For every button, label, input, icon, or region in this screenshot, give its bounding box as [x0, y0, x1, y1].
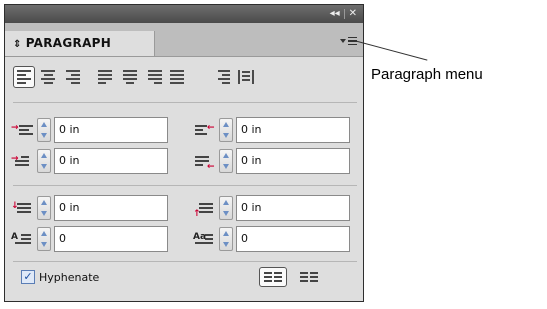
divider-top	[13, 102, 357, 103]
controls-divider	[343, 9, 345, 19]
left-indent-spinner[interactable]	[37, 118, 51, 142]
space-before-spinner[interactable]	[37, 196, 51, 220]
left-indent-icon: →	[11, 121, 33, 139]
right-indent-icon: ←	[195, 121, 215, 139]
paragraph-panel: ◂◂ ✕ ⇕ PARAGRAPH → 0 in ← 0 in → 0 in ← …	[4, 4, 364, 302]
drop-cap-lines-icon: A	[11, 230, 33, 248]
tab-expand-arrows-icon[interactable]: ⇕	[13, 39, 22, 50]
align-right-button[interactable]	[61, 66, 83, 88]
justify-right-button[interactable]	[143, 66, 165, 88]
justify-left-button[interactable]	[95, 66, 117, 88]
justify-center-button[interactable]	[119, 66, 141, 88]
space-after-spinner[interactable]	[219, 196, 233, 220]
right-indent-spinner[interactable]	[219, 118, 233, 142]
hyphenate-option[interactable]: ✓ Hyphenate	[21, 270, 99, 284]
first-line-indent-spinner[interactable]	[37, 149, 51, 173]
justify-all-button[interactable]	[167, 66, 189, 88]
hyphenate-checkbox[interactable]: ✓	[21, 270, 35, 284]
last-line-indent-input[interactable]: 0 in	[236, 148, 350, 174]
divider-bottom	[13, 261, 357, 262]
tab-paragraph[interactable]: ⇕ PARAGRAPH	[5, 31, 155, 56]
align-center-button[interactable]	[37, 66, 59, 88]
close-icon[interactable]: ✕	[349, 7, 357, 21]
last-line-indent-icon: ←	[195, 152, 215, 172]
tab-title: PARAGRAPH	[25, 36, 112, 50]
last-line-indent-spinner[interactable]	[219, 149, 233, 173]
align-towards-spine-button[interactable]	[211, 66, 233, 88]
hyphenate-label: Hyphenate	[39, 270, 100, 284]
drop-cap-lines-input[interactable]: 0	[54, 226, 168, 252]
align-away-from-spine-button[interactable]	[235, 66, 257, 88]
space-after-input[interactable]: 0 in	[236, 195, 350, 221]
right-indent-input[interactable]: 0 in	[236, 117, 350, 143]
alignment-row	[13, 64, 357, 94]
menu-arrow-icon	[339, 39, 346, 43]
drop-cap-chars-icon: Aa	[193, 230, 215, 248]
align-left-button[interactable]	[13, 66, 35, 88]
align-to-baseline-grid-button[interactable]	[295, 267, 323, 287]
callout-paragraph-menu-label: Paragraph menu	[371, 66, 483, 83]
drop-cap-chars-spinner[interactable]	[219, 227, 233, 251]
left-indent-input[interactable]: 0 in	[54, 117, 168, 143]
panel-tab-row: ⇕ PARAGRAPH	[5, 23, 363, 57]
collapse-icon[interactable]: ◂◂	[330, 7, 340, 21]
first-line-indent-icon: →	[11, 152, 33, 170]
panel-controls: ◂◂ ✕	[330, 7, 357, 21]
do-not-align-to-grid-button[interactable]	[259, 267, 287, 287]
callout-leader-line	[353, 40, 428, 61]
drop-cap-lines-spinner[interactable]	[37, 227, 51, 251]
panel-titlebar: ◂◂ ✕	[5, 5, 363, 23]
first-line-indent-input[interactable]: 0 in	[54, 148, 168, 174]
drop-cap-chars-input[interactable]: 0	[236, 226, 350, 252]
space-after-icon: ↑	[193, 199, 215, 219]
space-before-icon: ↓	[11, 199, 33, 217]
divider-middle	[13, 185, 357, 186]
space-before-input[interactable]: 0 in	[54, 195, 168, 221]
